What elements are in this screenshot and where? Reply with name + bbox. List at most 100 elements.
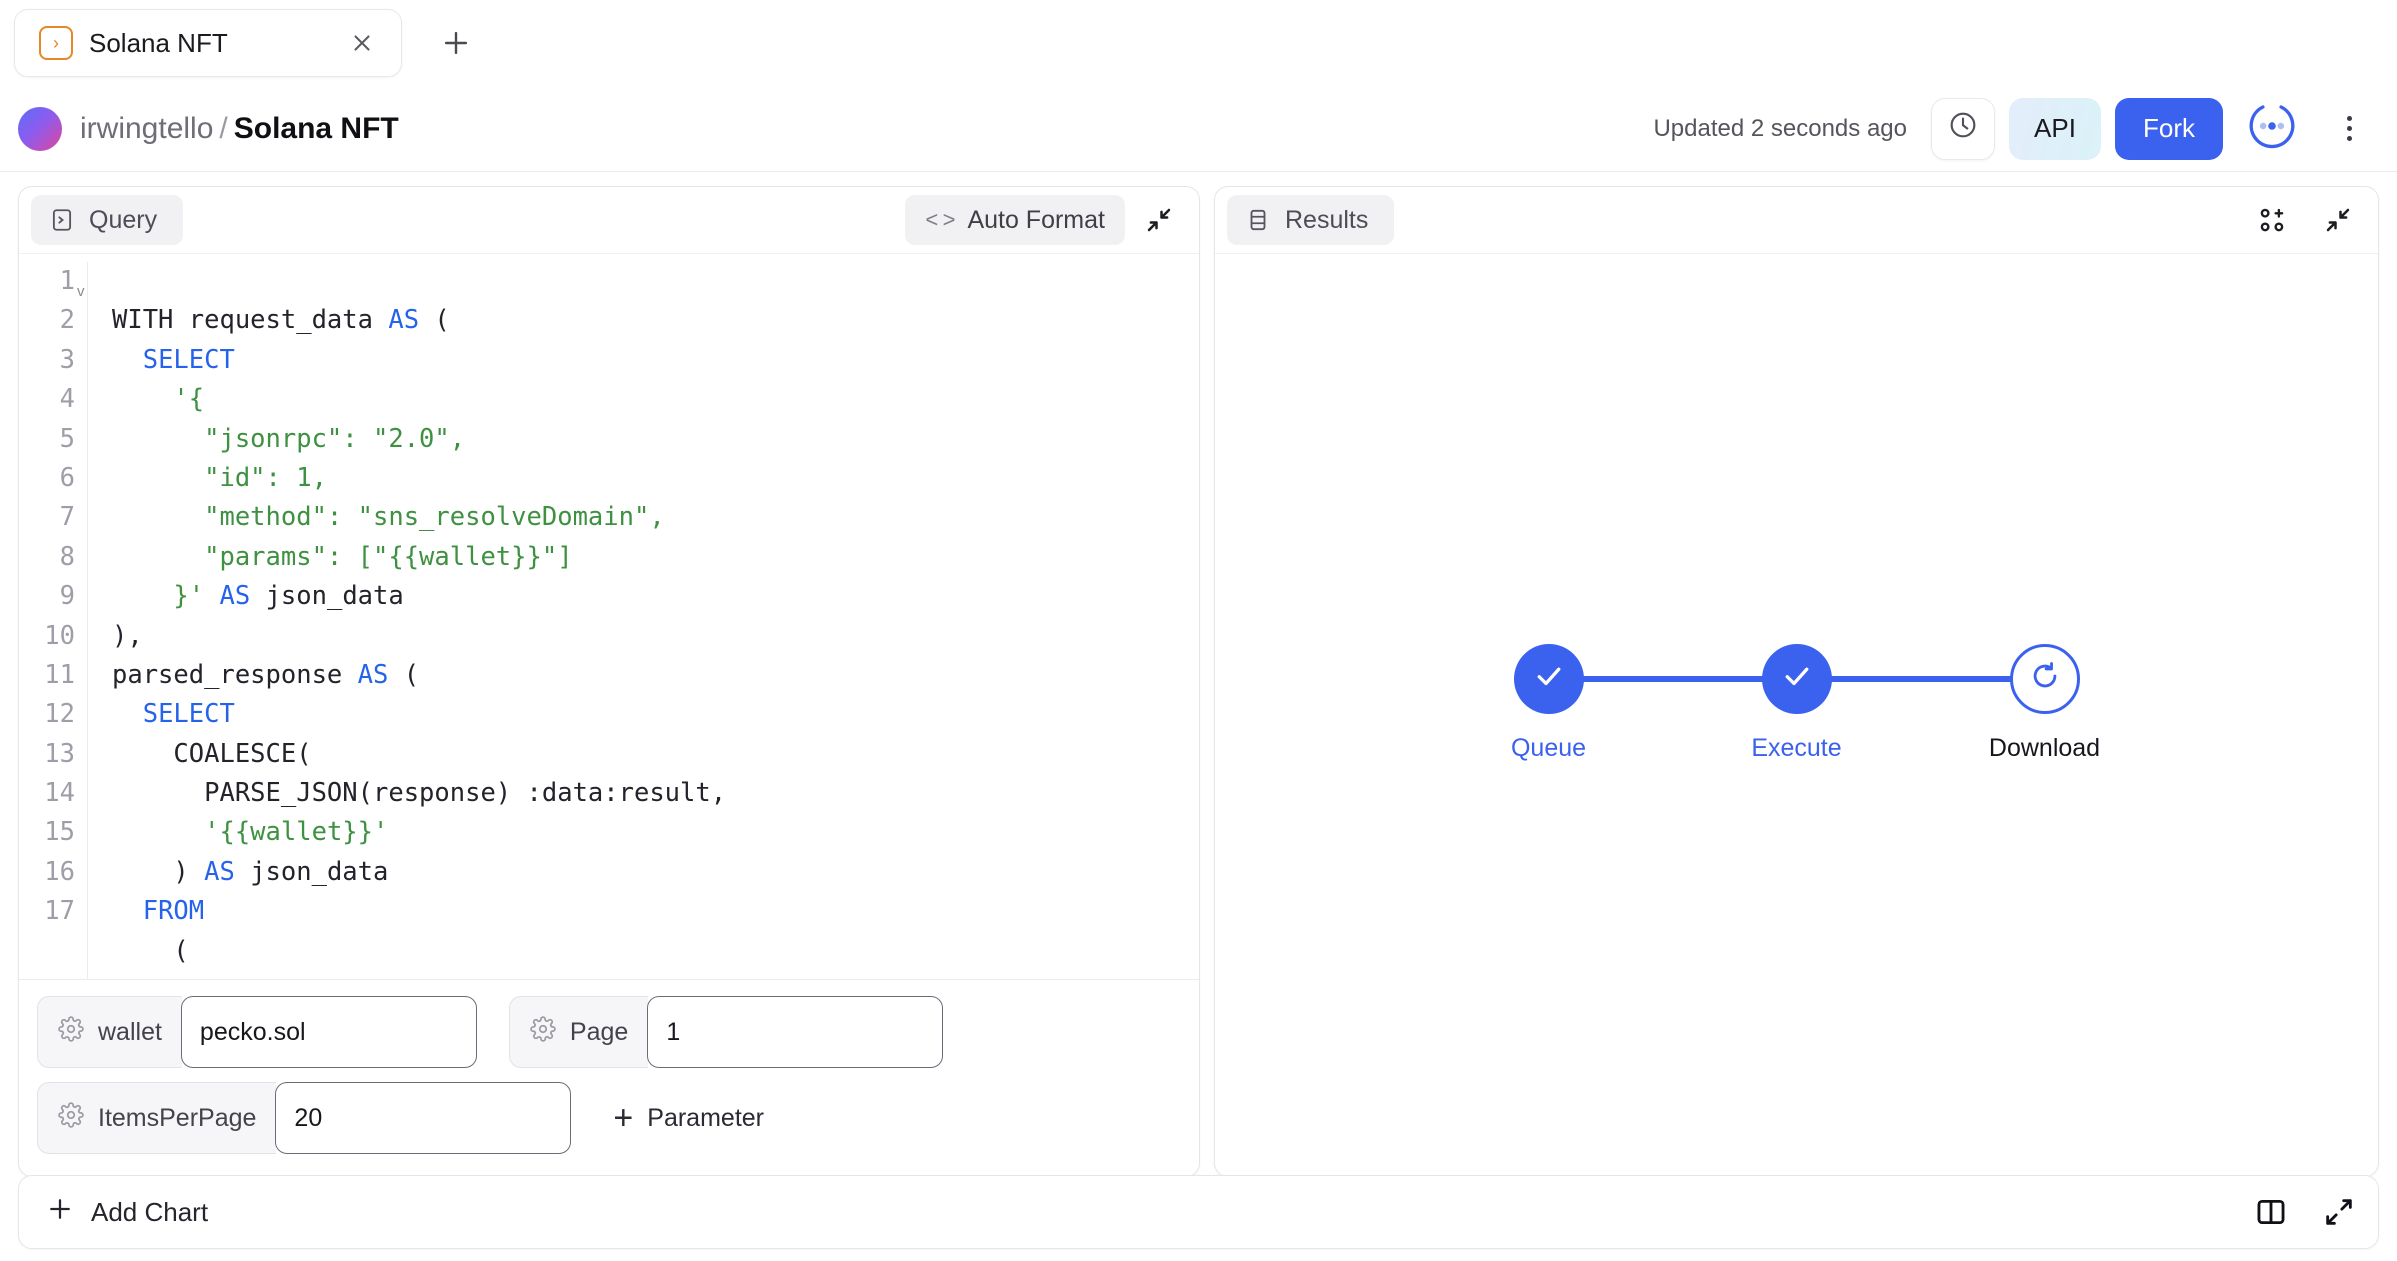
kebab-menu-icon bbox=[2346, 116, 2352, 121]
history-button[interactable] bbox=[1931, 97, 1995, 160]
line-number: 1 bbox=[59, 266, 75, 296]
expand-diagonal-icon[interactable] bbox=[2322, 1195, 2356, 1229]
gear-icon bbox=[530, 1015, 556, 1049]
sql-code[interactable]: WITH request_data AS ( SELECT '{ "jsonrp… bbox=[87, 262, 1199, 979]
line-number: 14 bbox=[44, 778, 75, 809]
code-line: WITH request_data AS ( bbox=[112, 305, 450, 336]
page-title: Solana NFT bbox=[233, 111, 399, 145]
results-body: Queue Execute Download bbox=[1215, 253, 2378, 1176]
code-line: "jsonrpc": "2.0", bbox=[112, 423, 466, 454]
step-label: Queue bbox=[1510, 733, 1587, 762]
api-button[interactable]: API bbox=[2009, 97, 2101, 160]
run-status-button[interactable] bbox=[2237, 98, 2307, 160]
breadcrumb: irwingtello / Solana NFT bbox=[80, 112, 399, 146]
table-icon bbox=[1245, 207, 1271, 233]
fork-button[interactable]: Fork bbox=[2115, 97, 2223, 160]
code-line: COALESCE( bbox=[112, 738, 312, 769]
split-pane-icon[interactable] bbox=[2254, 1195, 2288, 1229]
line-number: 8 bbox=[59, 541, 75, 572]
line-number: 13 bbox=[44, 738, 75, 769]
step-queue: Queue bbox=[1486, 643, 1612, 763]
line-number: 11 bbox=[44, 659, 75, 690]
step-indicator bbox=[1761, 643, 1832, 714]
bottom-bar: Add Chart bbox=[18, 1175, 2379, 1249]
line-number: 12 bbox=[44, 699, 75, 730]
line-number: 4 bbox=[59, 384, 75, 415]
updated-timestamp: Updated 2 seconds ago bbox=[1653, 114, 1907, 142]
line-number: 2 bbox=[59, 305, 75, 336]
parameter-label: ItemsPerPage bbox=[37, 1082, 277, 1154]
code-brackets-icon: < > bbox=[925, 207, 956, 232]
breadcrumb-separator: / bbox=[219, 111, 228, 145]
parameter-value-input-page[interactable] bbox=[647, 996, 944, 1068]
new-tab-button[interactable] bbox=[428, 15, 484, 71]
query-panel: Query < > Auto Format 1 2 3 4 5 6 7 8 9 … bbox=[18, 186, 1200, 1177]
step-execute: Execute bbox=[1734, 643, 1860, 763]
tab-bar: › Solana NFT bbox=[0, 0, 2397, 86]
avatar[interactable] bbox=[18, 106, 62, 151]
step-indicator bbox=[1513, 643, 1584, 714]
results-panel: Results Queue Execute Download bbox=[1214, 186, 2379, 1177]
sql-editor[interactable]: 1 2 3 4 5 6 7 8 9 10 11 12 13 14 15 16 1… bbox=[19, 253, 1199, 979]
code-line: PARSE_JSON(response) :data:result, bbox=[112, 778, 727, 809]
add-chart-label: Add Chart bbox=[91, 1196, 209, 1227]
terminal-icon bbox=[49, 207, 75, 233]
add-chart-button[interactable]: Add Chart bbox=[45, 1194, 208, 1231]
step-download: Download bbox=[1982, 643, 2108, 763]
line-number: 15 bbox=[44, 817, 75, 848]
tab-query-label: Query bbox=[89, 205, 158, 234]
line-number: 16 bbox=[44, 856, 75, 887]
code-line: parsed_response AS ( bbox=[112, 659, 420, 690]
code-line: '{ bbox=[173, 384, 205, 415]
bottom-bar-actions bbox=[2254, 1195, 2356, 1229]
code-line: SELECT bbox=[142, 699, 235, 730]
parameter-name: ItemsPerPage bbox=[98, 1103, 257, 1132]
clock-icon bbox=[1947, 109, 1979, 148]
code-line: SELECT bbox=[142, 344, 235, 375]
check-icon bbox=[1531, 658, 1567, 699]
execution-stepper: Queue Execute Download bbox=[1486, 643, 2108, 763]
code-line: FROM bbox=[142, 896, 205, 927]
query-panel-header: Query < > Auto Format bbox=[19, 187, 1199, 253]
refresh-spinner-icon bbox=[2028, 659, 2062, 698]
fork-button-label: Fork bbox=[2143, 113, 2195, 143]
code-line: ) AS json_data bbox=[112, 856, 389, 887]
gear-icon bbox=[58, 1101, 84, 1135]
collapse-inward-icon[interactable] bbox=[2316, 198, 2360, 242]
code-line: "method": "sns_resolveDomain", bbox=[112, 502, 665, 533]
breadcrumb-owner[interactable]: irwingtello bbox=[80, 112, 213, 145]
auto-format-button[interactable]: < > Auto Format bbox=[905, 195, 1125, 245]
parameter-wallet: wallet bbox=[37, 996, 477, 1068]
browser-tab-solana-nft[interactable]: › Solana NFT bbox=[14, 9, 402, 77]
page-header: irwingtello / Solana NFT Updated 2 seconds… bbox=[0, 86, 2397, 172]
parameter-name: Page bbox=[569, 1017, 629, 1046]
parameter-value-input-wallet[interactable] bbox=[180, 996, 477, 1068]
plus-icon: + bbox=[613, 1099, 634, 1137]
parameter-page: Page bbox=[508, 996, 944, 1068]
add-parameter-button[interactable]: + Parameter bbox=[603, 1082, 774, 1154]
auto-format-label: Auto Format bbox=[967, 205, 1105, 234]
tab-results[interactable]: Results bbox=[1227, 195, 1395, 245]
line-number: 9 bbox=[59, 581, 75, 612]
line-number: 6 bbox=[59, 462, 75, 493]
gear-icon bbox=[58, 1015, 84, 1049]
code-line: ), bbox=[112, 620, 143, 651]
step-label: Execute bbox=[1751, 733, 1842, 762]
query-parameters: wallet Page bbox=[19, 979, 1199, 1176]
workspace: Query < > Auto Format 1 2 3 4 5 6 7 8 9 … bbox=[0, 172, 2397, 1177]
code-line: ( bbox=[112, 935, 189, 966]
parameter-itemsperpage: ItemsPerPage bbox=[37, 1082, 572, 1154]
close-icon[interactable] bbox=[345, 26, 379, 60]
fold-marker[interactable]: v bbox=[77, 272, 85, 311]
more-options-button[interactable] bbox=[2327, 98, 2371, 160]
line-number: 7 bbox=[59, 502, 75, 533]
line-number: 17 bbox=[44, 896, 75, 927]
collapse-inward-icon[interactable] bbox=[1137, 198, 1181, 242]
line-number: 5 bbox=[59, 423, 75, 454]
code-line: "params": ["{{wallet}}"] bbox=[112, 541, 573, 572]
parameter-value-input-itemsperpage[interactable] bbox=[275, 1082, 572, 1154]
parameter-label: wallet bbox=[37, 996, 182, 1068]
tab-query[interactable]: Query bbox=[31, 195, 184, 245]
grid-plus-icon[interactable] bbox=[2250, 198, 2294, 242]
query-chevron-icon: › bbox=[39, 26, 73, 60]
